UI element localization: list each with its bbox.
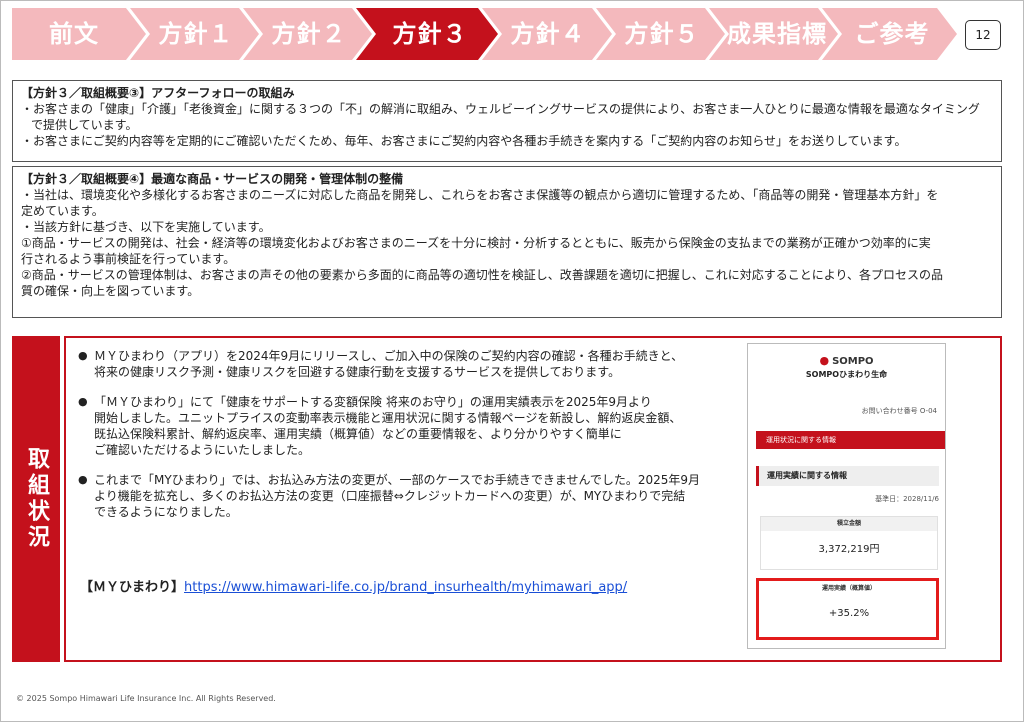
status-tab-label: 取組状況	[24, 447, 49, 551]
app-company: SOMPOひまわり生命	[805, 370, 888, 379]
box-heading: 【方針３／取組概要④】最適な商品・サービスの開発・管理体制の整備	[21, 172, 404, 186]
section-nav: 前文 方針１ 方針２ 方針３ 方針４ 方針５ 成果指標 ご参考	[12, 8, 957, 60]
app-card-value: 3,372,219円	[818, 544, 880, 555]
box-line: ・お客さまにご契約内容等を定期的にご確認いただくため、毎年、お客さまにご契約内容…	[21, 134, 907, 148]
bullet-line: 開始しました。ユニットプライスの変動率表示機能と運用状況に関する情報ページを新設…	[94, 411, 682, 425]
bullet-line: 「ＭＹひまわり」にて「健康をサポートする変額保険 将来のお守り」の運用実績表示を…	[94, 395, 652, 409]
box-heading: 【方針３／取組概要③】アフターフォローの取組み	[21, 86, 295, 100]
status-tab: 取組状況	[12, 336, 60, 662]
box-line: で提供しています。	[31, 118, 138, 132]
bullet-line: より機能を拡充し、多くのお払込方法の変更（口座振替⇔クレジットカードへの変更）が…	[94, 489, 686, 503]
app-base-date: 基準日：2028/11/6	[875, 495, 939, 503]
box-line: ①商品・サービスの開発は、社会・経済等の環境変化およびお客さまのニーズを十分に検…	[21, 236, 931, 250]
app-screenshot: ● SOMPO SOMPOひまわり生命 お問い合わせ番号 O-04 運用状況に関す…	[747, 343, 946, 649]
nav-item-policy-2[interactable]: 方針２	[259, 8, 359, 60]
bullet-line: ご確認いただけるようにいたしました。	[94, 443, 311, 457]
box-line: 定めています。	[21, 204, 104, 218]
bullet-item: ● ＭＹひまわり（アプリ）を2024年9月にリリースし、ご加入中の保険のご契約内…	[78, 348, 728, 380]
link-label: 【ＭＹひまわり】	[80, 580, 185, 595]
page-number: 12	[965, 20, 1001, 50]
app-inquiry-no: お問い合わせ番号 O-04	[861, 407, 937, 415]
nav-item-preface[interactable]: 前文	[12, 8, 136, 60]
bullet-item: ● これまで「MYひまわり」では、お払込み方法の変更が、一部のケースでお手続きで…	[78, 472, 728, 520]
summary-box-product-dev: 【方針３／取組概要④】最適な商品・サービスの開発・管理体制の整備 ・当社は、環境…	[12, 166, 1002, 318]
myhimawari-link[interactable]: https://www.himawari-life.co.jp/brand_in…	[184, 580, 627, 595]
box-line: 行されるよう事前検証を行っています。	[21, 252, 236, 266]
nav-item-policy-1[interactable]: 方針１	[146, 8, 246, 60]
box-line: ・お客さまの「健康」「介護」「老後資金」に関する３つの「不」の解消に取組み、ウェ…	[21, 102, 980, 116]
bullet-dot-icon: ●	[78, 349, 88, 362]
app-section-title: 運用実績に関する情報	[756, 466, 939, 486]
box-line: ・当該方針に基づき、以下を実施しています。	[21, 220, 271, 234]
app-card-caption: 積立金額	[761, 517, 937, 531]
nav-item-kpi[interactable]: 成果指標	[725, 8, 829, 60]
summary-box-aftercare: 【方針３／取組概要③】アフターフォローの取組み ・お客さまの「健康」「介護」「老…	[12, 80, 1002, 162]
app-card-balance: 積立金額 3,372,219円	[760, 516, 938, 570]
app-logo: ● SOMPO SOMPOひまわり生命	[748, 354, 945, 380]
bullet-line: これまで「MYひまわり」では、お払込み方法の変更が、一部のケースでお手続きできま…	[94, 473, 701, 487]
nav-item-reference[interactable]: ご参考	[838, 8, 946, 60]
sompo-logo-icon: ●	[819, 354, 830, 367]
bullet-dot-icon: ●	[78, 473, 88, 486]
box-line: ②商品・サービスの管理体制は、お客さまの声その他の要素から多面的に商品等の適切性…	[21, 268, 944, 282]
bullet-line: 既払込保険料累計、解約返戻率、運用実績（概算値）などの重要情報を、より分かりやす…	[94, 427, 622, 441]
nav-item-policy-4[interactable]: 方針４	[498, 8, 598, 60]
highlight-frame	[756, 578, 939, 640]
status-bullets: ● ＭＹひまわり（アプリ）を2024年9月にリリースし、ご加入中の保険のご契約内…	[78, 348, 728, 532]
bullet-dot-icon: ●	[78, 395, 88, 408]
bullet-line: ＭＹひまわり（アプリ）を2024年9月にリリースし、ご加入中の保険のご契約内容の…	[94, 349, 684, 363]
bullet-line: 将来の健康リスク予測・健康リスクを回避する健康行動を支援するサービスを提供してお…	[94, 365, 621, 379]
box-line: ・当社は、環境変化や多様化するお客さまのニーズに対応した商品を開発し、これらをお…	[21, 188, 939, 202]
copyright: © 2025 Sompo Himawari Life Insurance Inc…	[16, 694, 276, 703]
bullet-item: ● 「ＭＹひまわり」にて「健康をサポートする変額保険 将来のお守り」の運用実績表…	[78, 394, 728, 458]
bullet-line: できるようになりました。	[94, 505, 238, 519]
box-line: 質の確保・向上を図っています。	[21, 284, 200, 298]
app-red-bar: 運用状況に関する情報	[756, 431, 945, 449]
nav-item-policy-5[interactable]: 方針５	[612, 8, 712, 60]
myhimawari-link-row: 【ＭＹひまわり】https://www.himawari-life.co.jp/…	[80, 576, 627, 595]
app-brand: SOMPO	[832, 356, 874, 367]
nav-item-policy-3[interactable]: 方針３	[372, 8, 488, 60]
